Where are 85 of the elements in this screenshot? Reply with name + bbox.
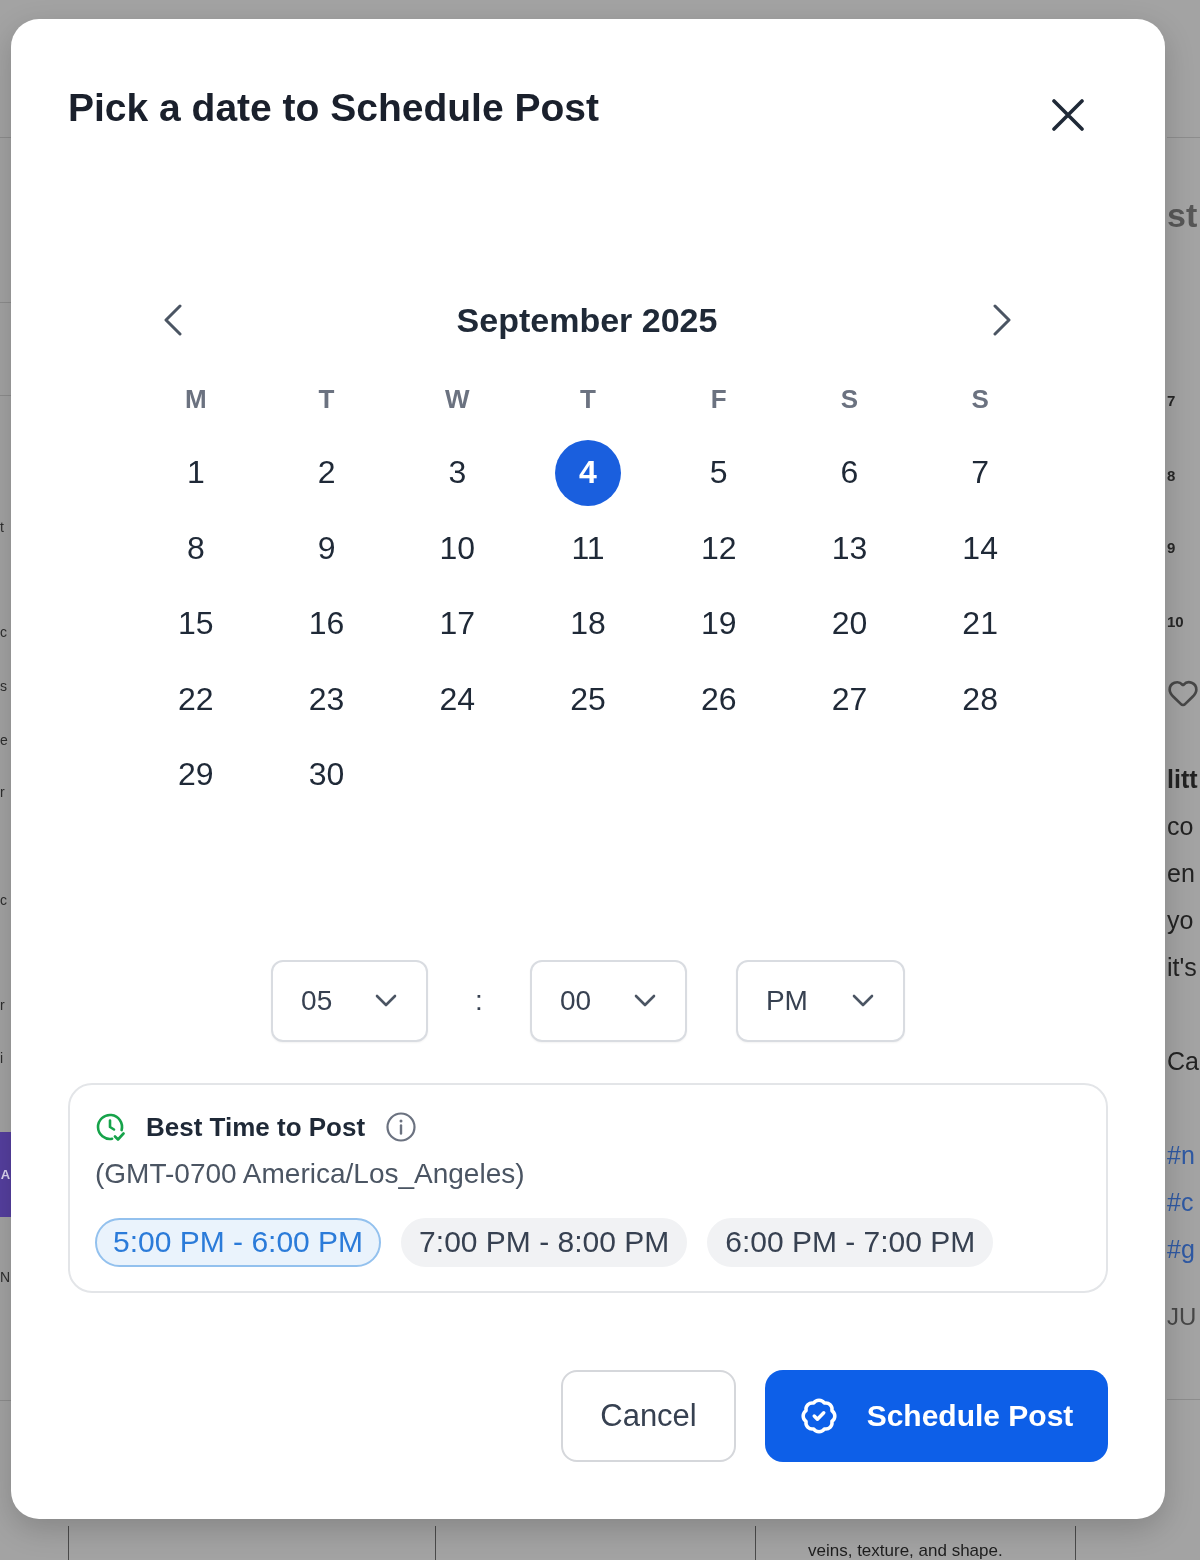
- info-icon[interactable]: [386, 1111, 417, 1142]
- calendar-day[interactable]: 29: [162, 741, 229, 808]
- calendar-day[interactable]: 28: [947, 666, 1014, 733]
- calendar-day[interactable]: 21: [947, 590, 1014, 657]
- calendar-day[interactable]: 15: [162, 590, 229, 657]
- calendar-day[interactable]: 3: [424, 439, 491, 506]
- background-text-fragment: r: [0, 783, 5, 802]
- calendar-day[interactable]: 23: [293, 666, 360, 733]
- weekday-label: S: [971, 383, 989, 415]
- weekday-label: F: [710, 383, 727, 415]
- calendar-day[interactable]: 9: [293, 515, 360, 582]
- background-text-fragment: it's: [1167, 952, 1197, 983]
- background-text-fragment: c: [0, 891, 7, 910]
- calendar-day[interactable]: 16: [293, 590, 360, 657]
- chevron-down-icon: [633, 994, 656, 1007]
- background-hashtag-fragment: #g: [1167, 1234, 1195, 1265]
- calendar-day[interactable]: 10: [424, 515, 491, 582]
- time-slot-chip[interactable]: 6:00 PM - 7:00 PM: [707, 1217, 994, 1267]
- calendar-day[interactable]: 22: [162, 666, 229, 733]
- background-text-fragment: litt: [1167, 764, 1198, 795]
- table-cell-text: veins, texture, and shape.: [808, 1541, 1003, 1560]
- time-separator: :: [475, 983, 483, 1018]
- background-text-fragment: i: [0, 1049, 4, 1068]
- weekday-label: M: [185, 383, 207, 415]
- background-number: 10: [1167, 612, 1184, 632]
- calendar-day[interactable]: 7: [947, 439, 1014, 506]
- background-text-fragment: Ca: [1167, 1046, 1199, 1077]
- calendar-day[interactable]: 19: [685, 590, 752, 657]
- month-title: September 2025: [456, 300, 718, 341]
- background-text-fragment: co: [1167, 811, 1194, 842]
- calendar-day[interactable]: 6: [816, 439, 883, 506]
- calendar-day[interactable]: 30: [293, 741, 360, 808]
- calendar-day[interactable]: 27: [816, 666, 883, 733]
- background-text-fragment: en: [1167, 858, 1195, 889]
- weekday-label: T: [580, 383, 596, 415]
- dialog-title: Pick a date to Schedule Post: [68, 85, 599, 131]
- calendar-day[interactable]: 12: [685, 515, 752, 582]
- calendar-day[interactable]: 2: [293, 439, 360, 506]
- background-text-fragment: yo: [1167, 905, 1194, 936]
- background-number: 7: [1167, 391, 1176, 411]
- time-slot-chip[interactable]: 7:00 PM - 8:00 PM: [401, 1217, 688, 1267]
- background-heading-fragment: st: [1167, 195, 1198, 235]
- calendar-day[interactable]: 11: [555, 515, 621, 582]
- calendar-day[interactable]: 17: [424, 590, 491, 657]
- background-number: 9: [1167, 538, 1176, 558]
- minute-select[interactable]: 00: [529, 959, 687, 1042]
- best-time-title: Best Time to Post: [146, 1110, 366, 1143]
- background-text-fragment: c: [0, 623, 7, 642]
- weekday-label: W: [445, 383, 470, 415]
- background-tag: A: [0, 1132, 11, 1217]
- timezone-label: (GMT-0700 America/Los_Angeles): [95, 1156, 526, 1191]
- calendar-day[interactable]: 1: [162, 439, 229, 506]
- period-select[interactable]: PM: [735, 959, 905, 1042]
- background-hashtag-fragment: #c: [1167, 1187, 1194, 1218]
- calendar-day[interactable]: 26: [685, 666, 752, 733]
- calendar-day[interactable]: 5: [685, 439, 752, 506]
- background-text-fragment: N: [0, 1268, 11, 1287]
- weekday-label: S: [840, 383, 859, 415]
- chevron-down-icon: [851, 994, 874, 1007]
- cancel-button[interactable]: Cancel: [561, 1369, 736, 1462]
- background-text-fragment: e: [0, 731, 8, 750]
- calendar-day[interactable]: 18: [555, 590, 621, 657]
- badge-check-icon: [799, 1396, 838, 1435]
- background-text-fragment: JU: [1167, 1302, 1197, 1332]
- weekday-label: T: [318, 383, 335, 415]
- hour-select[interactable]: 05: [271, 959, 429, 1042]
- background-hashtag-fragment: #n: [1167, 1140, 1195, 1171]
- background-text-fragment: s: [0, 677, 7, 696]
- schedule-button[interactable]: Schedule Post: [765, 1369, 1108, 1462]
- calendar-day[interactable]: 14: [947, 515, 1014, 582]
- calendar-day[interactable]: 24: [424, 666, 491, 733]
- calendar-day[interactable]: 13: [816, 515, 883, 582]
- background-text-fragment: r: [0, 996, 5, 1015]
- background-text-fragment: t: [0, 518, 4, 537]
- chevron-left-icon: [163, 304, 182, 336]
- calendar-day[interactable]: 20: [816, 590, 883, 657]
- background-number: 8: [1167, 466, 1176, 486]
- chevron-right-icon: [992, 304, 1011, 336]
- calendar-day[interactable]: 4: [555, 439, 621, 506]
- calendar-day[interactable]: 25: [555, 666, 621, 733]
- clock-check-icon: [95, 1111, 125, 1142]
- time-slot-chip[interactable]: 5:00 PM - 6:00 PM: [95, 1217, 382, 1267]
- calendar-day[interactable]: 8: [162, 515, 229, 582]
- chevron-down-icon: [375, 994, 398, 1007]
- close-icon: [1052, 99, 1084, 131]
